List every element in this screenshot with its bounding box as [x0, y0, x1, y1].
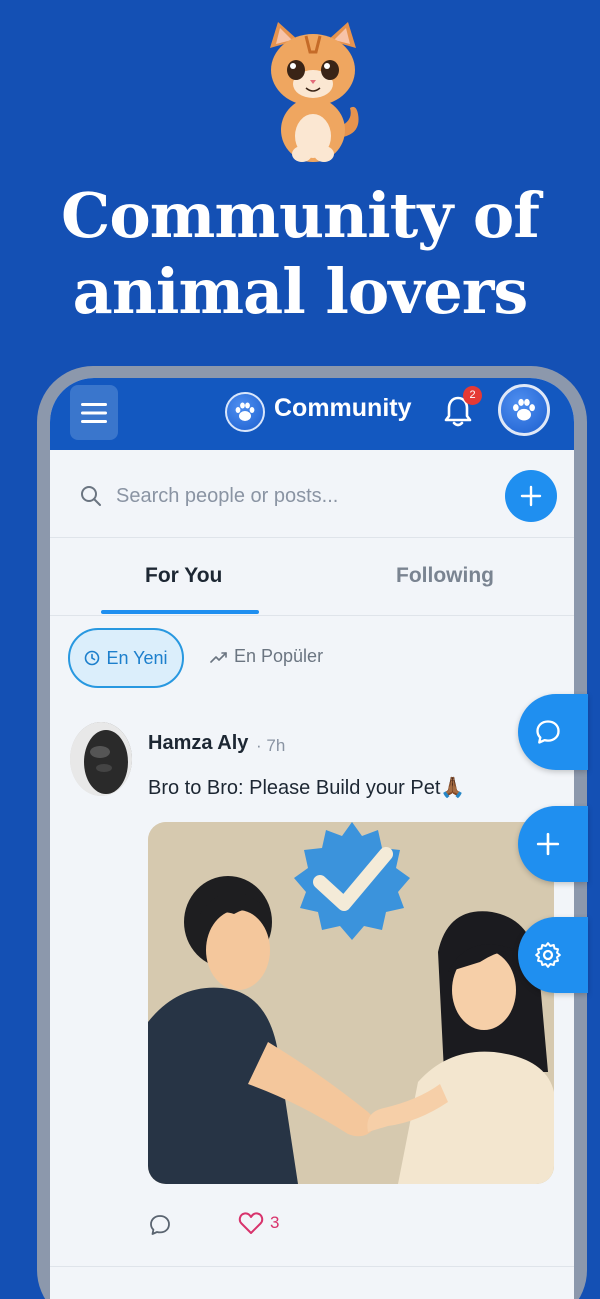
plus-icon — [536, 832, 560, 856]
gear-icon — [535, 942, 561, 968]
app-bar: Community 2 — [50, 378, 574, 450]
divider — [50, 537, 574, 538]
handshake-illustration — [148, 822, 554, 1184]
active-tab-indicator — [101, 610, 259, 614]
tab-following[interactable]: Following — [396, 564, 494, 588]
app-title: Community — [274, 394, 412, 422]
app-logo — [225, 392, 265, 432]
filter-label: En Popüler — [234, 646, 324, 666]
notification-badge: 2 — [463, 386, 482, 405]
hero-headline: Community of animal lovers — [0, 178, 600, 330]
post-time: · 7h — [256, 736, 286, 755]
post-image[interactable] — [148, 822, 554, 1184]
heart-icon — [238, 1212, 264, 1234]
chat-fab[interactable] — [518, 694, 588, 770]
paw-icon — [513, 398, 535, 421]
filter-label: En Yeni — [106, 647, 168, 668]
user-photo-icon — [70, 722, 132, 796]
filter-en-populer[interactable]: En Popüler — [210, 646, 323, 667]
search-bar — [80, 474, 480, 518]
search-icon — [81, 486, 101, 506]
hero-headline-line2: animal lovers — [72, 255, 529, 328]
divider — [50, 615, 574, 616]
hero-headline-line1: Community of — [61, 179, 540, 252]
filter-en-yeni[interactable]: En Yeni — [68, 628, 184, 688]
kitten-mascot-icon — [270, 22, 359, 162]
paw-icon — [235, 402, 255, 421]
menu-button[interactable] — [70, 385, 118, 440]
like-button[interactable]: 3 — [238, 1211, 279, 1235]
clock-icon — [85, 650, 100, 666]
like-count: 3 — [270, 1213, 280, 1232]
tab-for-you[interactable]: For You — [145, 564, 222, 588]
settings-fab[interactable] — [518, 917, 588, 993]
post-author[interactable]: Hamza Aly — [148, 732, 248, 755]
app-screen: Community 2 For You — [50, 378, 574, 1299]
post-text: Bro to Bro: Please Build your Pet🙏🏾 — [148, 777, 466, 799]
hamburger-icon — [81, 402, 107, 423]
profile-button[interactable] — [498, 384, 550, 436]
new-post-button[interactable] — [505, 470, 557, 522]
comment-icon[interactable] — [148, 1213, 172, 1237]
avatar[interactable] — [70, 722, 132, 796]
search-input[interactable] — [116, 484, 446, 508]
trending-icon — [210, 651, 227, 663]
plus-icon — [520, 485, 542, 507]
divider — [50, 1266, 574, 1267]
chat-bubble-icon — [536, 720, 560, 744]
add-fab[interactable] — [518, 806, 588, 882]
